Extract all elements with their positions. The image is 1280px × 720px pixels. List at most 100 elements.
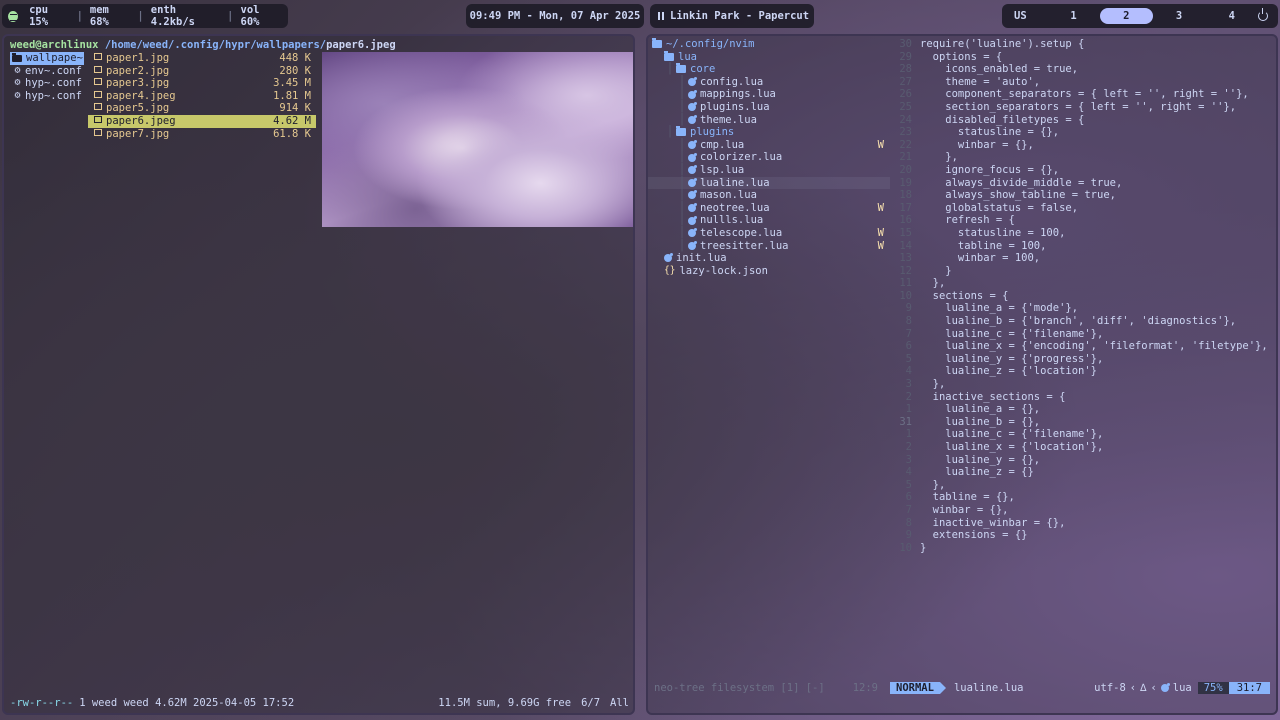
media-widget[interactable]: Linkin Park - Papercut [650, 4, 814, 28]
tree-file[interactable]: │ lualine.lua [648, 176, 890, 190]
code-line[interactable]: 25 section_separators = { left = '', rig… [890, 101, 1276, 114]
tree-file[interactable]: │ theme.lua [648, 114, 890, 127]
code-line[interactable]: 7 lualine_c = {'filename'}, [890, 328, 1276, 341]
network-speed[interactable]: enth 4.2kb/s [144, 4, 227, 28]
code-line[interactable]: 10 sections = { [890, 290, 1276, 303]
code-line[interactable]: 6 tabline = {}, [890, 491, 1276, 504]
code-text: winbar = 100, [920, 252, 1041, 265]
code-line[interactable]: 5 lualine_y = {'progress'}, [890, 353, 1276, 366]
pause-icon[interactable] [658, 12, 664, 20]
code-line[interactable]: 13 winbar = 100, [890, 252, 1276, 265]
file-row[interactable]: paper4.jpeg 1.81 M [88, 90, 316, 103]
line-number: 5 [905, 478, 912, 491]
code-line[interactable]: 16 refresh = { [890, 214, 1276, 227]
code-line[interactable]: 8 inactive_winbar = {}, [890, 517, 1276, 530]
ranger-window[interactable]: weed@archlinux /home/weed/.config/hypr/w… [2, 34, 635, 715]
tree-file[interactable]: {} lazy-lock.json [648, 265, 890, 278]
parent-item[interactable]: ⚙ env~.conf [10, 65, 84, 78]
code-line[interactable]: 3 lualine_y = {}, [890, 454, 1276, 467]
parent-item-label: wallpape~ [26, 52, 83, 64]
code-line[interactable]: 30 require('lualine').setup { [890, 38, 1276, 51]
workspace-1[interactable]: 1 [1047, 8, 1100, 24]
file-row[interactable]: paper2.jpg 280 K [88, 65, 316, 78]
code-line[interactable]: 14 tabline = 100, [890, 240, 1276, 253]
parent-item[interactable]: wallpape~ [10, 52, 84, 65]
code-line[interactable]: 4 lualine_z = {} [890, 466, 1276, 479]
code-line[interactable]: 24 disabled_filetypes = { [890, 114, 1276, 127]
tree-file[interactable]: │ nullls.lua [648, 214, 890, 227]
file-row[interactable]: paper1.jpg 448 K [88, 52, 316, 65]
cpu-usage[interactable]: cpu 15% [22, 4, 77, 28]
code-line[interactable]: 11 }, [890, 277, 1276, 290]
tree-directory[interactable]: ~/.config/nvim [648, 38, 890, 51]
code-line[interactable]: 8 lualine_b = {'branch', 'diff', 'diagno… [890, 315, 1276, 328]
tree-file[interactable]: │ config.lua [648, 76, 890, 89]
tree-statusline: neo-tree filesystem [1] [-] 12:9 [648, 682, 890, 694]
file-name: paper1.jpg [106, 52, 170, 64]
code-line[interactable]: 6 lualine_x = {'encoding', 'fileformat',… [890, 340, 1276, 353]
code-line[interactable]: 4 lualine_z = {'location'} [890, 365, 1276, 378]
code-line[interactable]: 10} [890, 542, 1276, 555]
code-line[interactable]: 23 statusline = {}, [890, 126, 1276, 139]
code-line[interactable]: 1 lualine_c = {'filename'}, [890, 428, 1276, 441]
code-line[interactable]: 5 }, [890, 479, 1276, 492]
power-icon[interactable] [1258, 8, 1269, 21]
tree-file[interactable]: │ lsp.lua [648, 164, 890, 177]
workspace-2[interactable]: 2 [1099, 8, 1153, 24]
code-line[interactable]: 15 statusline = 100, [890, 227, 1276, 240]
keyboard-layout[interactable]: US [1014, 10, 1047, 22]
tree-file[interactable]: │ plugins.lua [648, 101, 890, 114]
line-number: 8 [905, 315, 912, 328]
lua-icon [688, 215, 697, 225]
code-line[interactable]: 22 winbar = {}, [890, 139, 1276, 152]
file-row[interactable]: paper7.jpg 61.8 K [88, 128, 316, 141]
tree-file[interactable]: │ mason.lua [648, 189, 890, 202]
file-row[interactable]: paper6.jpeg 4.62 M [88, 114, 316, 128]
lua-icon [664, 253, 673, 263]
code-line[interactable]: 29 options = { [890, 51, 1276, 64]
code-line[interactable]: 2 inactive_sections = { [890, 391, 1276, 404]
code-line[interactable]: 7 winbar = {}, [890, 504, 1276, 517]
code-text: statusline = 100, [920, 226, 1066, 239]
line-number: 17 [899, 201, 912, 214]
code-line[interactable]: 21 }, [890, 151, 1276, 164]
tree-file[interactable]: init.lua [648, 252, 890, 265]
code-line[interactable]: 19 always_divide_middle = true, [890, 177, 1276, 190]
code-line[interactable]: 20 ignore_focus = {}, [890, 164, 1276, 177]
tree-directory[interactable]: │ core [648, 63, 890, 76]
code-line[interactable]: 31 lualine_b = {}, [890, 416, 1276, 429]
workspace-4[interactable]: 4 [1205, 8, 1258, 24]
memory-usage[interactable]: mem 68% [83, 4, 138, 28]
line-number: 29 [899, 50, 912, 63]
tree-file[interactable]: │ treesitter.lua W [648, 240, 890, 253]
tree-file[interactable]: │ telescope.lua W [648, 227, 890, 240]
code-line[interactable]: 17 globalstatus = false, [890, 202, 1276, 215]
tree-directory[interactable]: lua [648, 51, 890, 64]
code-line[interactable]: 27 theme = 'auto', [890, 76, 1276, 89]
code-editor[interactable]: 30 require('lualine').setup {29 options =… [890, 38, 1276, 554]
workspace-3[interactable]: 3 [1153, 8, 1206, 24]
file-row[interactable]: paper3.jpg 3.45 M [88, 77, 316, 90]
code-line[interactable]: 9 extensions = {} [890, 529, 1276, 542]
clock-widget[interactable]: 09:49 PM - Mon, 07 Apr 2025 [466, 4, 644, 28]
parent-item[interactable]: ⚙ hyp~.conf [10, 77, 84, 90]
code-line[interactable]: 2 lualine_x = {'location'}, [890, 441, 1276, 454]
code-line[interactable]: 9 lualine_a = {'mode'}, [890, 302, 1276, 315]
tree-file[interactable]: │ cmp.lua W [648, 139, 890, 152]
code-line[interactable]: 1 lualine_a = {}, [890, 403, 1276, 416]
indent-guide: │ [678, 189, 686, 202]
code-line[interactable]: 26 component_separators = { left = '', r… [890, 88, 1276, 101]
file-row[interactable]: paper5.jpg 914 K [88, 102, 316, 115]
parent-item[interactable]: ⚙ hyp~.conf [10, 90, 84, 103]
spotify-icon[interactable] [8, 10, 19, 22]
tree-file[interactable]: │ colorizer.lua [648, 151, 890, 164]
code-line[interactable]: 12 } [890, 265, 1276, 278]
code-line[interactable]: 18 always_show_tabline = true, [890, 189, 1276, 202]
code-line[interactable]: 28 icons_enabled = true, [890, 63, 1276, 76]
volume-level[interactable]: vol 60% [234, 4, 289, 28]
tree-file[interactable]: │ neotree.lua W [648, 202, 890, 215]
code-line[interactable]: 3 }, [890, 378, 1276, 391]
tree-directory[interactable]: │ plugins [648, 126, 890, 139]
tree-file[interactable]: │ mappings.lua [648, 88, 890, 101]
neovim-window[interactable]: ~/.config/nvim lua │ core │ config.lua │ ma… [646, 34, 1278, 715]
